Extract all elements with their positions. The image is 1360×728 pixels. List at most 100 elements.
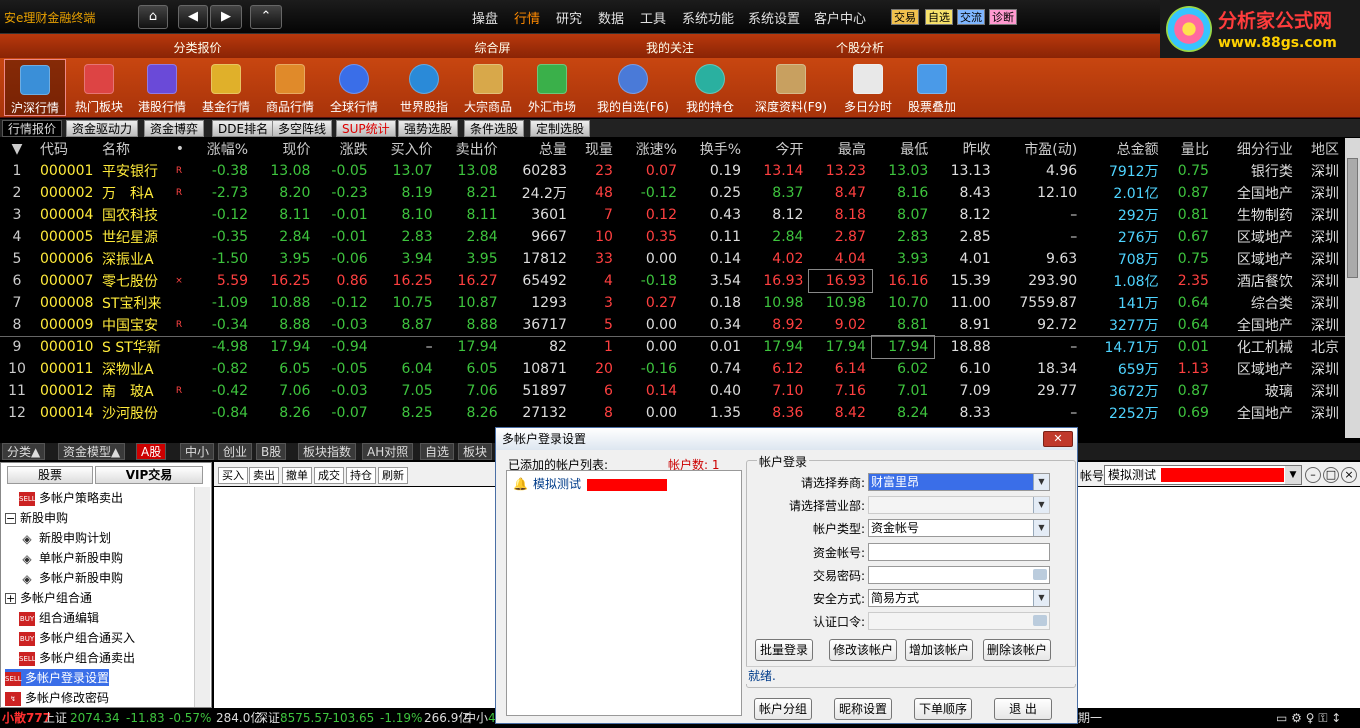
menu-tools[interactable]: 工具 (640, 8, 666, 27)
table-row[interactable]: 11 000012 南 玻A R -0.42 7.06 -0.03 7.05 7.06 51897… (0, 380, 1345, 402)
tree-item-multi-login[interactable]: SELL 多帐户登录设置 (5, 669, 110, 686)
col-header[interactable]: 卖出价 (439, 138, 504, 160)
col-header[interactable]: 总量 (504, 138, 573, 160)
tab-quotes[interactable]: 行情报价 (2, 120, 63, 137)
col-header[interactable]: 涨幅% (190, 138, 254, 160)
table-row[interactable]: 6 000007 零七股份 × 5.59 16.25 0.86 16.25 16.27 65492… (0, 269, 1345, 293)
security-select[interactable]: 简易方式 ▼ (868, 589, 1050, 607)
deals-button[interactable]: 成交 (314, 467, 344, 484)
table-row[interactable]: 7 000008 ST宝利来 -1.09 10.88 -0.12 10.75 10.87 129… (0, 292, 1345, 314)
icon-btn-shsz[interactable]: 沪深行情 (4, 59, 66, 116)
branch-select[interactable]: ▼ (868, 496, 1050, 514)
table-row[interactable]: 12 000014 沙河股份 -0.84 8.26 -0.07 8.25 8.26 27132 8… (0, 402, 1345, 424)
tree-item-combo-buy[interactable]: BUY 多帐户组合通买入 (19, 629, 135, 646)
icon-btn-hk[interactable]: 港股行情 (131, 59, 193, 116)
account-list[interactable]: 🔔 模拟测试 (506, 470, 742, 716)
icon-btn-world-index[interactable]: 世界股指 (393, 59, 455, 116)
col-header[interactable]: 代码 (40, 138, 102, 160)
icon-btn-bulk[interactable]: 大宗商品 (457, 59, 519, 116)
home-button[interactable]: ⌂ (138, 5, 168, 29)
icon-btn-forex[interactable]: 外汇市场 (521, 59, 583, 116)
icon-btn-hot-sector[interactable]: 热门板块 (68, 59, 130, 116)
menu-quotes[interactable]: 行情 (514, 8, 540, 27)
account-group-button[interactable]: 帐户分组 (754, 698, 812, 720)
col-header[interactable]: 量比 (1165, 138, 1215, 160)
table-row[interactable]: 2 000002 万 科A R -2.73 8.20 -0.23 8.19 8.21 24.2万 4… (0, 182, 1345, 204)
add-account-button[interactable]: 增加该帐户 (905, 639, 973, 661)
tree-scrollbar[interactable] (194, 487, 210, 707)
tab-watchlist[interactable]: 自选 (420, 443, 455, 460)
icon-btn-overlay[interactable]: 股票叠加 (901, 59, 963, 116)
tab-sme[interactable]: 中小 (180, 443, 215, 460)
buy-button[interactable]: 买入 (218, 467, 248, 484)
col-header[interactable]: 昨收 (934, 138, 996, 160)
account-select[interactable]: 模拟测试 ▼ (1104, 465, 1302, 485)
tree-item-change-password[interactable]: ↯ 多帐户修改密码 (5, 689, 109, 706)
sell-button[interactable]: 卖出 (249, 467, 279, 484)
tab-vip-trade[interactable]: VIP交易 (95, 466, 203, 484)
tree-item-ipo[interactable]: − 新股申购 (5, 509, 68, 526)
icon-btn-multi-day[interactable]: 多日分时 (837, 59, 899, 116)
col-header[interactable]: 换手% (683, 138, 747, 160)
badge-diagnose[interactable]: 诊断 (989, 9, 1017, 25)
tab-stock[interactable]: 股票 (7, 466, 93, 484)
icon-btn-deep-info[interactable]: 深度资料(F9) (755, 59, 827, 116)
tab-strong-pick[interactable]: 强势选股 (398, 120, 459, 137)
tab-sup-stats[interactable]: SUP统计 (336, 120, 396, 137)
batch-login-button[interactable]: 批量登录 (755, 639, 813, 661)
table-row[interactable]: 4 000005 世纪星源 -0.35 2.84 -0.01 2.83 2.84 9667 10 0… (0, 226, 1345, 248)
up-button[interactable]: ⌃ (250, 5, 282, 29)
refresh-button[interactable]: 刷新 (378, 467, 408, 484)
tab-a-share[interactable]: A股 (136, 443, 167, 460)
icon-btn-fund[interactable]: 基金行情 (195, 59, 257, 116)
menu-research[interactable]: 研究 (556, 8, 582, 27)
tab-capital-model[interactable]: 资金模型▲ (58, 443, 126, 460)
holdings-button[interactable]: 持仓 (346, 467, 376, 484)
icon-btn-commodity[interactable]: 商品行情 (259, 59, 321, 116)
tree-item-multi-strategy-sell[interactable]: SELL 多帐户策略卖出 (19, 489, 123, 506)
tree-item-single-ipo[interactable]: ◈ 单帐户新股申购 (19, 549, 123, 566)
account-type-select[interactable]: 资金帐号 ▼ (868, 519, 1050, 537)
nickname-button[interactable]: 昵称设置 (834, 698, 892, 720)
tree-item-multi-ipo[interactable]: ◈ 多帐户新股申购 (19, 569, 123, 586)
table-row[interactable]: 5 000006 深振业A -1.50 3.95 -0.06 3.94 3.95 17812 33… (0, 248, 1345, 270)
col-header[interactable]: 名称 (102, 138, 174, 160)
quote-scrollbar[interactable] (1345, 138, 1360, 438)
account-list-item[interactable]: 🔔 模拟测试 (513, 475, 667, 492)
tree-item-combo-sell[interactable]: SELL 多帐户组合通卖出 (19, 649, 135, 666)
icon-btn-my-watchlist[interactable]: 我的自选(F6) (597, 59, 669, 116)
tree-item-combo-edit[interactable]: BUY 组合通编辑 (19, 609, 99, 626)
col-header[interactable]: 现量 (573, 138, 619, 160)
menu-data[interactable]: 数据 (598, 8, 624, 27)
broker-select[interactable]: 财富里昂 ▼ (868, 473, 1050, 491)
tab-condition-pick[interactable]: 条件选股 (464, 120, 525, 137)
tab-capital-drive[interactable]: 资金驱动力 (66, 120, 139, 137)
table-row[interactable]: 8 000009 中国宝安 R -0.34 8.88 -0.03 8.87 8.88 36717 5… (0, 314, 1345, 336)
close-icon[interactable]: × (1341, 467, 1357, 483)
tab-sector-index[interactable]: 板块指数 (298, 443, 357, 460)
exit-button[interactable]: 退 出 (994, 698, 1052, 720)
col-header[interactable]: 今开 (747, 138, 809, 160)
dialog-close-icon[interactable]: ✕ (1043, 431, 1073, 447)
icon-btn-global[interactable]: 全球行情 (323, 59, 385, 116)
restore-icon[interactable]: □ (1323, 467, 1339, 483)
tab-chinext[interactable]: 创业 (218, 443, 253, 460)
auth-code-input[interactable] (868, 612, 1050, 630)
minimize-icon[interactable]: – (1305, 467, 1321, 483)
expand-icon[interactable]: + (5, 593, 16, 604)
tab-category[interactable]: 分类▲ (2, 443, 46, 460)
table-row[interactable]: 10 000011 深物业A -0.82 6.05 -0.05 6.04 6.05 10871 2… (0, 358, 1345, 380)
password-input[interactable] (868, 566, 1050, 584)
col-header[interactable]: • (174, 138, 190, 160)
keyboard-icon[interactable] (1033, 569, 1047, 580)
col-header[interactable]: 最高 (809, 138, 871, 160)
cancel-order-button[interactable]: 撤单 (282, 467, 312, 484)
order-sequence-button[interactable]: 下单顺序 (914, 698, 972, 720)
col-header[interactable]: 总金额 (1083, 138, 1164, 160)
keyboard-icon[interactable] (1033, 615, 1047, 626)
col-header[interactable]: 细分行业 (1215, 138, 1299, 160)
col-header[interactable]: 最低 (872, 138, 934, 160)
col-header[interactable]: 涨跌 (316, 138, 373, 160)
badge-watchlist[interactable]: 自选 (925, 9, 953, 25)
scroll-thumb[interactable] (1347, 158, 1358, 278)
